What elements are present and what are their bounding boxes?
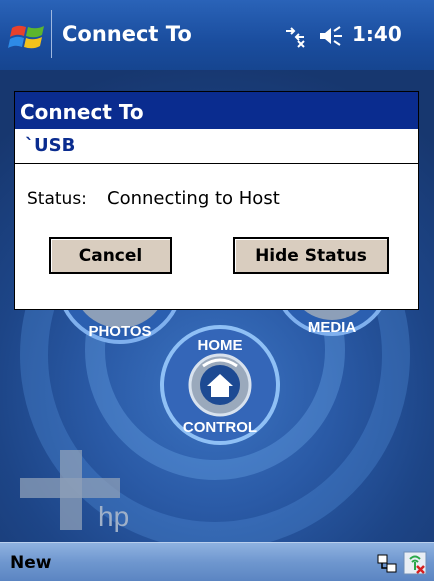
title-bar: Connect To 1:40 bbox=[0, 0, 434, 70]
status-value: Connecting to Host bbox=[107, 188, 280, 209]
title-separator bbox=[51, 10, 52, 58]
volume-icon[interactable] bbox=[318, 24, 344, 48]
home-label: HOME bbox=[198, 337, 243, 354]
control-label: CONTROL bbox=[183, 419, 257, 436]
window-title: Connect To bbox=[62, 22, 192, 46]
windows-start-icon[interactable] bbox=[8, 18, 48, 54]
hp-plus-logo: hp bbox=[20, 450, 129, 532]
status-label: Status: bbox=[27, 189, 87, 209]
hide-status-button[interactable]: Hide Status bbox=[233, 237, 389, 274]
photos-label: PHOTOS bbox=[88, 323, 151, 340]
menu-bar: New bbox=[0, 542, 434, 581]
cancel-button[interactable]: Cancel bbox=[49, 237, 172, 274]
new-softkey[interactable]: New bbox=[10, 553, 51, 573]
pocketpc-screen: Connect To 1:40 PHOTOS MEDIA HOME CONTRO… bbox=[0, 0, 434, 581]
dialog-title: Connect To bbox=[15, 92, 418, 129]
connectivity-icon[interactable] bbox=[282, 23, 308, 49]
connect-dialog: Connect To `USB Status: Connecting to Ho… bbox=[14, 91, 419, 310]
wireless-icon[interactable] bbox=[403, 551, 427, 575]
home-control-button[interactable]: HOME CONTROL bbox=[155, 320, 285, 450]
media-label: MEDIA bbox=[308, 319, 357, 336]
network-icon[interactable] bbox=[376, 553, 398, 575]
hp-brand: hp bbox=[98, 501, 129, 532]
connection-name: `USB bbox=[15, 129, 418, 164]
clock[interactable]: 1:40 bbox=[352, 22, 402, 46]
